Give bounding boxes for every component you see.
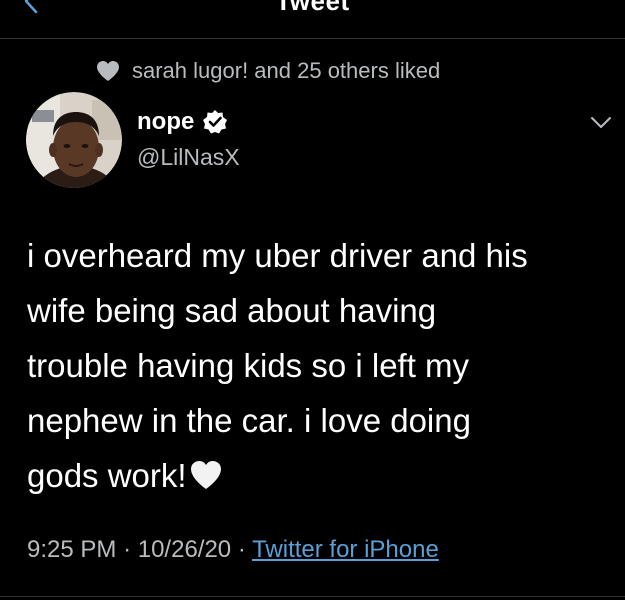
social-context[interactable]: sarah lugor! and 25 others liked [96, 56, 440, 86]
display-name[interactable]: nope [137, 108, 194, 136]
top-bar: Tweet [0, 0, 625, 39]
chevron-down-icon[interactable] [589, 112, 613, 132]
page-title: Tweet [275, 0, 350, 16]
tweet-line: trouble having kids so i left my [27, 347, 470, 384]
tweet-source-link[interactable]: Twitter for iPhone [252, 536, 439, 563]
tweet-line: i overheard my uber driver and his [27, 237, 528, 274]
tweet-meta: 9:25 PM · 10/26/20 · Twitter for iPhone [27, 536, 439, 564]
heart-icon [97, 61, 119, 81]
tweet-line: wife being sad about having [27, 292, 437, 329]
avatar[interactable] [26, 92, 122, 188]
tweet-line: nephew in the car. i love doing [27, 402, 471, 439]
tweet-line-text: gods work! [27, 457, 187, 494]
author-handle[interactable]: @LilNasX [137, 144, 240, 171]
tweet-time: 9:25 PM [27, 536, 117, 563]
social-context-text: sarah lugor! and 25 others liked [132, 58, 441, 83]
divider [0, 596, 625, 597]
tweet-date: 10/26/20 [137, 536, 232, 563]
author-name-row[interactable]: nope [137, 108, 228, 136]
verified-badge-icon [203, 110, 228, 134]
meta-separator: · [237, 536, 246, 563]
tweet-line-last: gods work! [27, 448, 607, 503]
white-heart-icon [190, 461, 221, 489]
tweet-text: i overheard my uber driver and his wife … [27, 228, 607, 503]
meta-separator: · [123, 536, 132, 563]
